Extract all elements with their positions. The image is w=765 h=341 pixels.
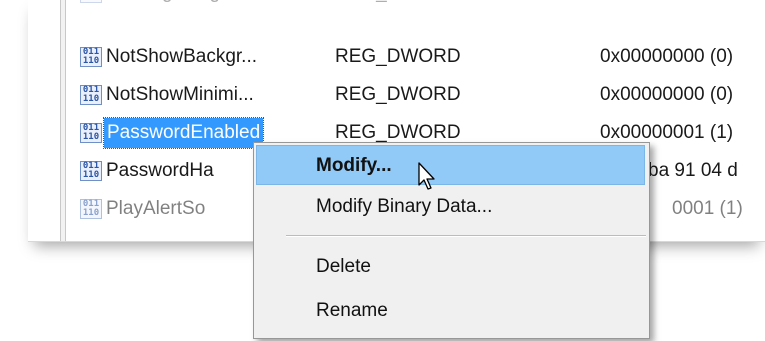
registry-value-row[interactable]: 011 110 NotShowBackgr... REG_DWORD 0x0000… [80,42,765,72]
binary-value-icon: 011110 [80,85,102,105]
menu-separator [286,235,646,237]
registry-value-row[interactable]: 011 110 NotShowMinimi... REG_DWORD 0x0000… [80,80,765,110]
tree-splitter[interactable] [60,0,66,241]
value-data: 0001 (1) [672,198,743,219]
menu-item-label: Rename [316,300,388,321]
menu-item-label: Modify Binary Data... [316,196,493,217]
value-data: ba 91 04 d [648,160,738,181]
value-name: PasswordHa [106,160,214,181]
menu-item-delete[interactable]: Delete [256,247,645,287]
mouse-pointer-icon [418,162,435,190]
binary-value-icon: 011110 [80,0,102,3]
value-type: REG_DWORD [335,46,461,67]
value-name: NotShowBackgr... [106,46,258,67]
menu-item-label: Modify... [316,155,392,176]
menu-item-modify[interactable]: Modify... [256,145,645,185]
value-name: PlayAlertSo [106,198,206,219]
context-menu: Modify... Modify Binary Data... Delete R… [253,142,650,339]
registry-value-row[interactable]: 011110 MessageFlags REG_DWORD [80,0,765,8]
menu-item-label: Delete [316,256,371,277]
binary-value-icon: 011110 [80,123,102,143]
value-name: NotShowMinimi... [106,84,254,105]
value-name: MessageFlags [106,0,230,8]
binary-value-icon: 011110 [80,161,102,181]
menu-item-rename[interactable]: Rename [256,291,645,331]
value-data: 0x00000000 (0) [600,46,734,67]
value-type: REG_DWORD [335,0,461,8]
binary-value-icon: 011110 [80,199,102,219]
value-name: PasswordEnabled [102,117,265,149]
menu-item-modify-binary-data[interactable]: Modify Binary Data... [256,187,645,227]
binary-value-icon: 011110 [80,47,102,67]
value-data: 0x00000000 (0) [600,84,734,105]
screenshot-scene: 011110 MessageFlags REG_DWORD 011110 Not… [0,0,765,341]
value-type: REG_DWORD [335,84,461,105]
